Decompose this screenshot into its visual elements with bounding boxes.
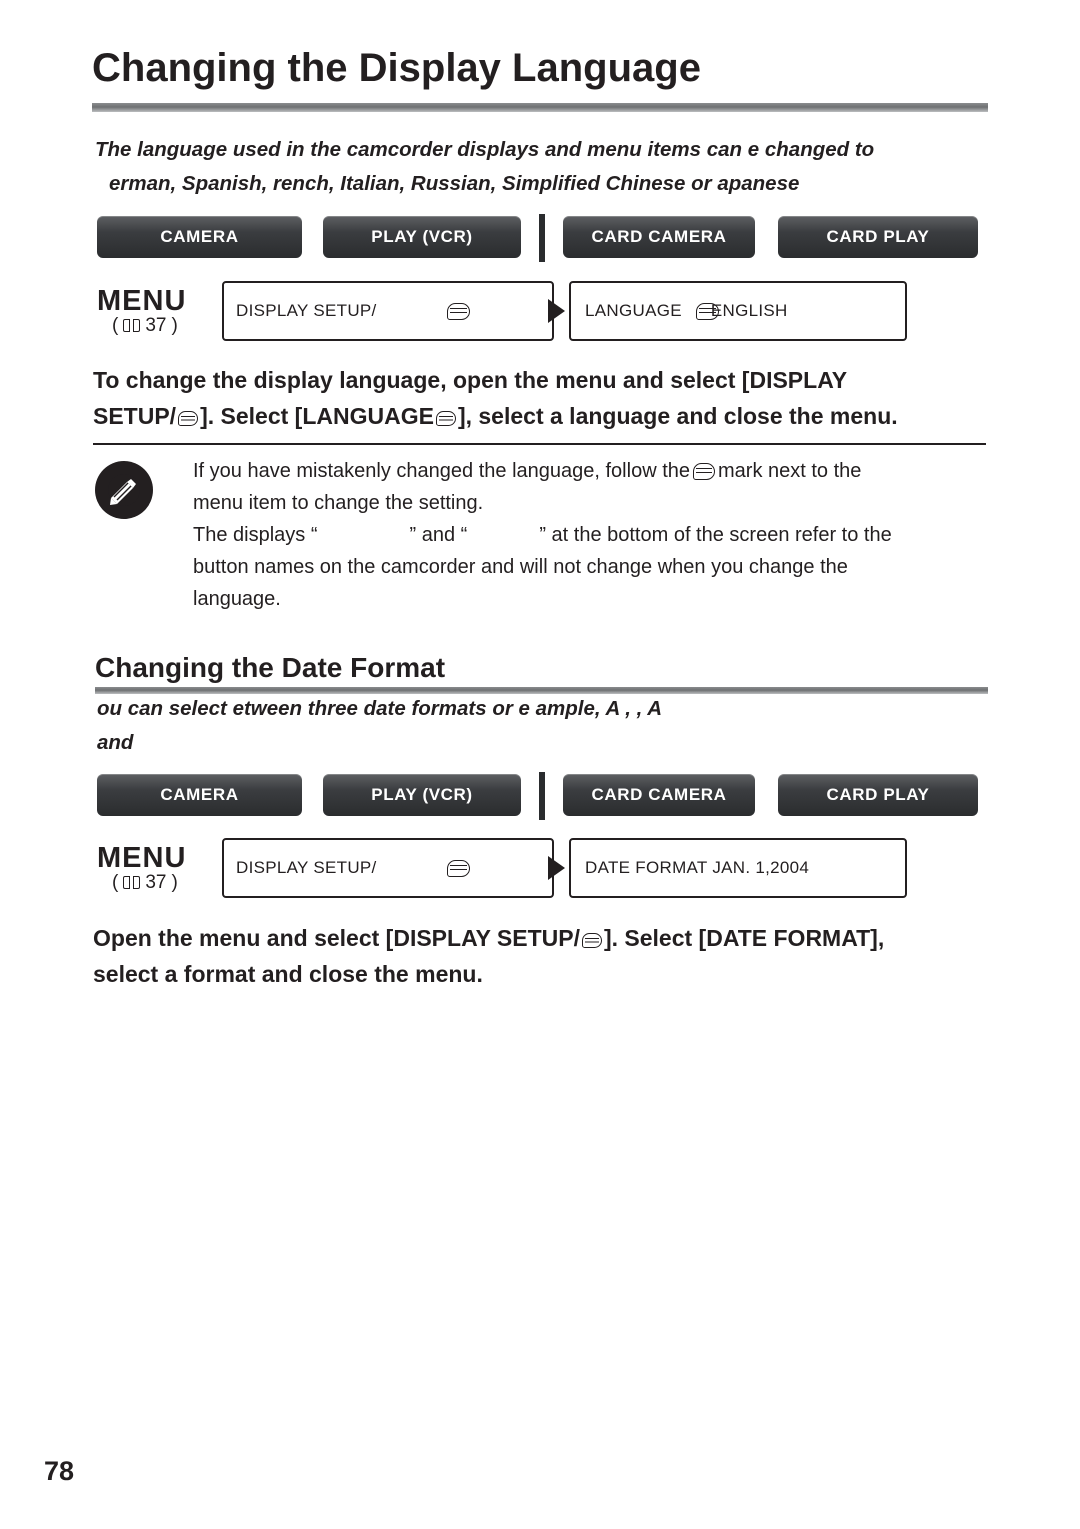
- pencil-glyph: [108, 474, 140, 506]
- manual-page: Changing the Display Language The langua…: [0, 0, 1080, 1529]
- mode2-button-card-play[interactable]: CARD PLAY: [778, 774, 978, 816]
- note-text: If you have mistakenly changed the langu…: [193, 455, 993, 615]
- section1-page-ref: ( 37 ): [112, 315, 178, 336]
- mode-button-camera-label: CAMERA: [160, 227, 239, 246]
- section1-lead: The language used in the camcorder displ…: [95, 133, 1080, 201]
- mode2-button-camera-label: CAMERA: [160, 785, 239, 804]
- section2-lead-line2: and: [97, 731, 134, 754]
- note-line5: language.: [193, 588, 281, 610]
- mode-button-card-play-label: CARD PLAY: [826, 227, 930, 246]
- section2-menu-word: MENU: [97, 842, 187, 874]
- arrow-right-icon: [548, 299, 565, 323]
- section2-menu-box-right-label: DATE FORMAT JAN. 1,2004: [585, 858, 810, 877]
- section1-menu-box-display-setup[interactable]: DISPLAY SETUP/: [222, 281, 554, 341]
- modebar2-separator: [539, 772, 545, 820]
- mode2-button-play-vcr-label: PLAY (VCR): [371, 785, 473, 804]
- mode-button-card-play[interactable]: CARD PLAY: [778, 216, 978, 258]
- mode2-button-play-vcr[interactable]: PLAY (VCR): [323, 774, 521, 816]
- display-setup-glyph-icon: [446, 302, 470, 320]
- modebar-separator: [539, 214, 545, 262]
- note-line4: button names on the camcorder and will n…: [193, 556, 848, 578]
- language-mark-icon: [693, 463, 715, 480]
- section1-instruction-line2: SETUP/ ]. Select [LANGUAGE ], select a lan…: [93, 398, 1053, 434]
- section1-instruction: To change the display language, open the…: [93, 362, 1053, 434]
- title-rule: [92, 103, 988, 112]
- section2-menu-box-date-format[interactable]: DATE FORMAT JAN. 1,2004: [569, 838, 907, 898]
- mode2-button-card-play-label: CARD PLAY: [826, 785, 930, 804]
- note-line1: If you have mistakenly changed the langu…: [193, 455, 993, 487]
- section2-modebar: CAMERA PLAY (VCR) CARD CAMERA CARD PLAY: [0, 772, 1080, 820]
- mode2-button-card-camera[interactable]: CARD CAMERA: [563, 774, 755, 816]
- section1-menu-box-left-label: DISPLAY SETUP/: [236, 301, 377, 320]
- section1-lead-line1: The language used in the camcorder displ…: [95, 138, 875, 161]
- arrow-right-icon-2: [548, 856, 565, 880]
- section2-page-ref: ( 37 ): [112, 872, 178, 893]
- note-line1-b: mark next to the: [718, 460, 862, 482]
- section2-instruction: Open the menu and select [DISPLAY SETUP/…: [93, 920, 1053, 992]
- mode-button-camera[interactable]: CAMERA: [97, 216, 302, 258]
- display-setup-glyph-icon-2: [446, 859, 470, 877]
- section1-instruction-line1: To change the display language, open the…: [93, 367, 848, 393]
- mode-button-play-vcr[interactable]: PLAY (VCR): [323, 216, 521, 258]
- note-line3-c: ” at the bottom of the screen refer to t…: [539, 524, 892, 546]
- mode2-button-camera[interactable]: CAMERA: [97, 774, 302, 816]
- section1-menu-box-right-label: LANGUAGE: [585, 301, 682, 320]
- note-line1-a: If you have mistakenly changed the langu…: [193, 460, 690, 482]
- note-line3-b: ” and “: [409, 524, 468, 546]
- pencil-note-icon: [95, 461, 153, 519]
- mode-button-card-camera-label: CARD CAMERA: [591, 227, 727, 246]
- section2-instruction-line1: Open the menu and select [DISPLAY SETUP/…: [93, 920, 1053, 956]
- section2-lead: ou can select etween three date formats …: [97, 692, 1080, 760]
- section2-menu-box-left-label: DISPLAY SETUP/: [236, 858, 377, 877]
- section2-lead-line1: ou can select etween three date formats …: [97, 697, 663, 720]
- section2-instruction-line2: select a format and close the menu.: [93, 961, 483, 987]
- section1-menu-word: MENU: [97, 285, 187, 317]
- book-icon: [123, 319, 141, 333]
- section2-heading: Changing the Date Format: [95, 652, 446, 683]
- section1-instruction-line2-b: ]. Select [LANGUAGE: [200, 403, 434, 429]
- section1-page-ref-number: 37: [145, 315, 167, 336]
- mode-button-card-camera[interactable]: CARD CAMERA: [563, 216, 755, 258]
- language-glyph-icon-inline: [435, 411, 456, 426]
- mode-button-play-vcr-label: PLAY (VCR): [371, 227, 473, 246]
- section1-menu-box-language[interactable]: LANGUAGE ENGLISH: [569, 281, 907, 341]
- page-title-block: Changing the Display Language: [92, 46, 992, 90]
- section2-instruction-line1-a: Open the menu and select [DISPLAY SETUP/: [93, 925, 580, 951]
- note-line2: menu item to change the setting.: [193, 492, 484, 514]
- page-title: Changing the Display Language: [92, 46, 701, 90]
- section1-lead-line2: erman, Spanish, rench, Italian, Russian,…: [109, 172, 800, 195]
- section1-instruction-line2-c: ], select a language and close the menu.: [457, 403, 898, 429]
- page-number: 78: [44, 1456, 75, 1486]
- section2-instruction-line1-b: ]. Select [DATE FORMAT],: [603, 925, 885, 951]
- note-divider-top: [93, 443, 986, 445]
- book-icon-2: [123, 876, 141, 890]
- display-setup-glyph-icon-inline-2: [581, 933, 602, 948]
- language-glyph-icon: [695, 302, 719, 320]
- mode2-button-card-camera-label: CARD CAMERA: [591, 785, 727, 804]
- section1-instruction-line2-a: SETUP/: [93, 403, 177, 429]
- note-line3: The displays “ ” and “ ” at the bottom of …: [193, 519, 993, 551]
- section1-modebar: CAMERA PLAY (VCR) CARD CAMERA CARD PLAY: [0, 214, 1080, 262]
- note-line3-a: The displays “: [193, 524, 318, 546]
- section1-menu-box-right-value: ENGLISH: [710, 301, 788, 320]
- section2-menu-box-display-setup[interactable]: DISPLAY SETUP/: [222, 838, 554, 898]
- section2-page-ref-number: 37: [145, 872, 167, 893]
- display-setup-glyph-icon-inline: [178, 411, 199, 426]
